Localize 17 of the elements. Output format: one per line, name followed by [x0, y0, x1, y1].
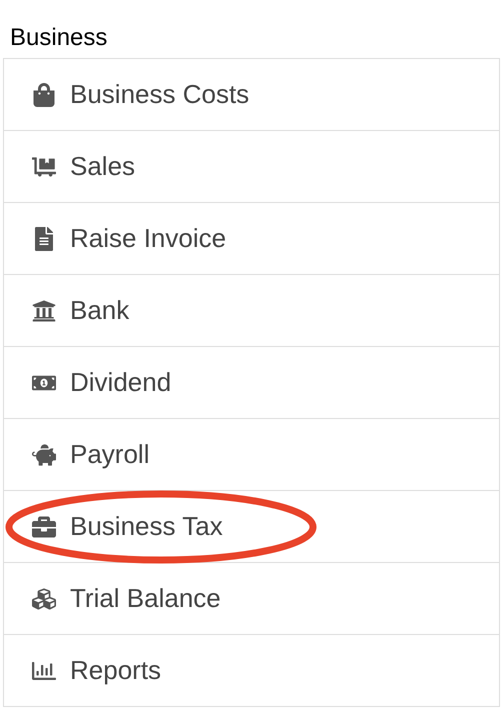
piggy-bank-icon: [32, 442, 56, 466]
section-title: Business: [10, 24, 108, 51]
menu-item[interactable]: Trial Balance: [4, 563, 499, 635]
document-icon: [32, 226, 56, 250]
briefcase-icon: [32, 514, 56, 538]
cubes-icon: [32, 586, 56, 610]
menu-item[interactable]: Business Costs: [4, 59, 499, 131]
shopping-bag-icon: [32, 82, 56, 106]
menu-item[interactable]: Reports: [4, 635, 499, 707]
menu-item[interactable]: Bank: [4, 275, 499, 347]
menu-item[interactable]: Business Tax: [4, 491, 499, 563]
menu-item[interactable]: Sales: [4, 131, 499, 203]
menu-item[interactable]: Raise Invoice: [4, 203, 499, 275]
flatbed-cart-icon: [32, 154, 56, 178]
menu-item[interactable]: Payroll: [4, 419, 499, 491]
bank-building-icon: [32, 298, 56, 322]
menu-item[interactable]: Dividend: [4, 347, 499, 419]
